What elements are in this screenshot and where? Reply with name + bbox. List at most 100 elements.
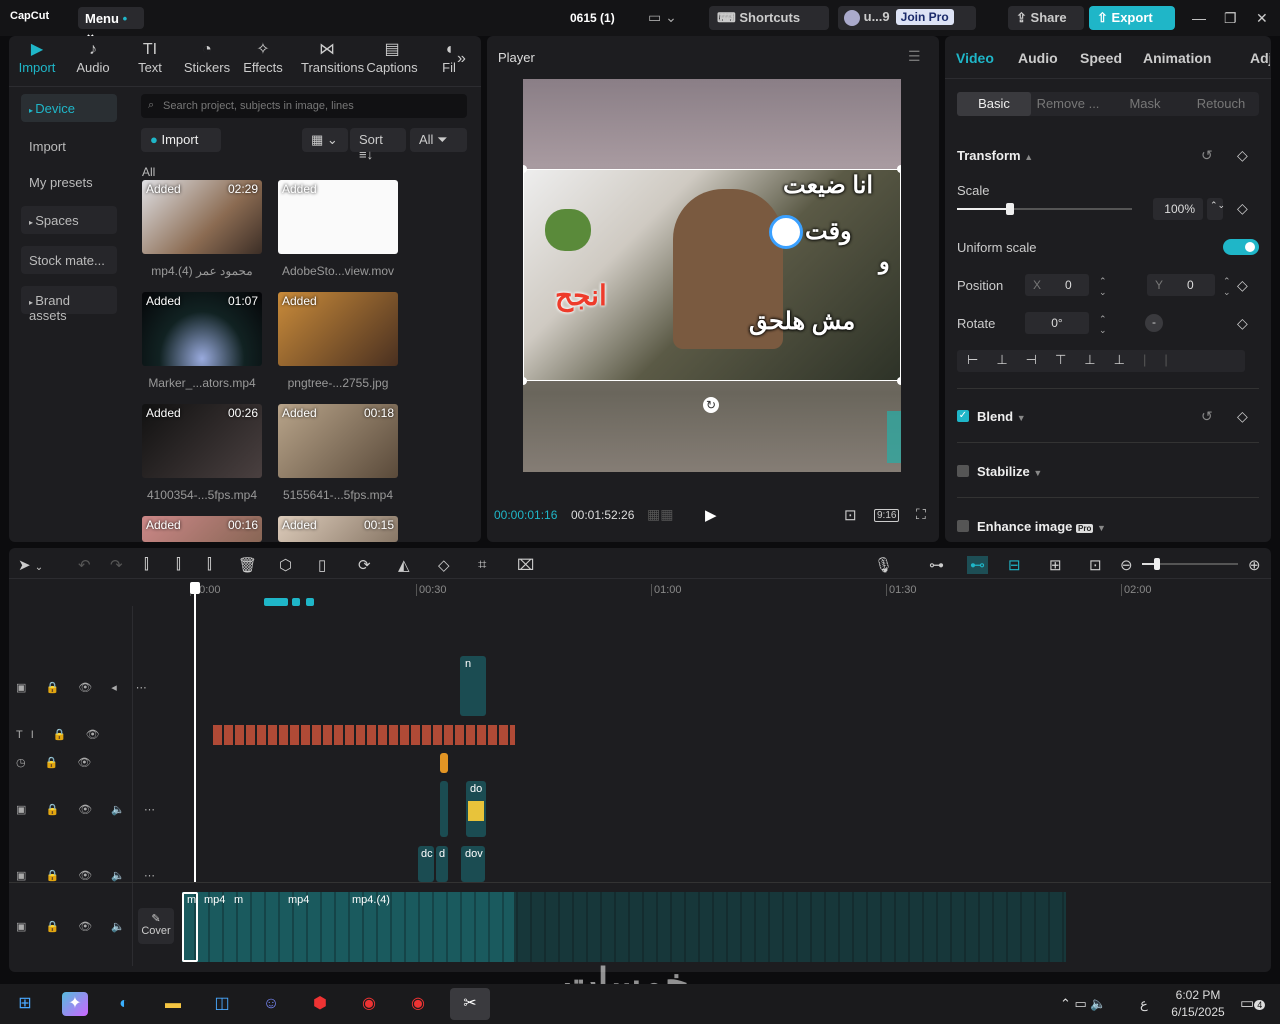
reverse-icon[interactable]: ⟳ xyxy=(358,556,371,574)
video-clip[interactable] xyxy=(440,781,448,837)
scale-stepper[interactable]: ⌃⌄ xyxy=(1207,198,1225,220)
stepper-icon[interactable]: ⌃ ⌄ xyxy=(1099,314,1107,336)
stabilize-checkbox[interactable] xyxy=(957,465,969,477)
enhance-section[interactable]: Enhance image Pro ▼ xyxy=(977,519,1106,534)
redo-icon[interactable]: ↷ xyxy=(110,556,123,574)
link-icon[interactable]: ⊶ xyxy=(929,556,944,574)
video-clip[interactable]: dov xyxy=(461,846,485,882)
minimize-icon[interactable]: — xyxy=(1192,10,1206,26)
more-tabs-icon[interactable]: » xyxy=(457,50,466,68)
search-input[interactable]: ⌕ Search project, subjects in image, line… xyxy=(141,94,467,118)
marker[interactable] xyxy=(292,598,300,606)
position-y-input[interactable]: Y0 xyxy=(1147,274,1215,296)
chrome-icon[interactable]: ◉ xyxy=(356,992,382,1016)
layout-icon[interactable]: ▭ ⌄ xyxy=(648,9,677,26)
tab-import[interactable]: ▶ Import xyxy=(11,40,63,75)
stepper-icon[interactable]: ⌃ ⌄ xyxy=(1099,276,1107,298)
magnet-icon[interactable]: ⊷ xyxy=(967,556,988,574)
keyframe-icon[interactable]: ◇ xyxy=(1237,408,1248,425)
store-icon[interactable]: ◫ xyxy=(209,992,235,1016)
media-thumbnail[interactable]: Added 02:29 xyxy=(142,180,262,254)
enhance-checkbox[interactable] xyxy=(957,520,969,532)
subtab-0[interactable]: Basic xyxy=(957,92,1031,116)
playhead[interactable] xyxy=(190,582,200,882)
mirror-icon[interactable]: ◭ xyxy=(398,556,410,574)
delete-icon[interactable]: 🗑 xyxy=(238,556,257,574)
close-icon[interactable]: ✕ xyxy=(1256,10,1268,27)
view-toggle[interactable]: ▦ ⌄ xyxy=(302,128,348,152)
sidebar-item-0[interactable]: ▸ Device xyxy=(21,94,117,122)
inspector-tab-0[interactable]: Video xyxy=(956,50,994,66)
keyframe-icon[interactable]: ◇ xyxy=(1237,147,1248,164)
sort-button[interactable]: Sort ≡↓ xyxy=(350,128,406,162)
track-header[interactable]: ▣ 🔒 👁 ◂ ⋯ xyxy=(16,681,155,694)
windows-start-icon[interactable]: ⊞ xyxy=(12,992,38,1016)
text-track-clips[interactable] xyxy=(213,725,515,745)
stabilize-section[interactable]: Stabilize ▼ xyxy=(977,464,1042,479)
tab-effects[interactable]: ✧ Effects xyxy=(237,40,289,75)
app-icon[interactable]: ⬢ xyxy=(307,992,333,1016)
marker[interactable] xyxy=(306,598,314,606)
language-indicator[interactable]: ع xyxy=(1140,996,1148,1012)
rotate-dial[interactable]: - xyxy=(1145,314,1163,332)
marker-icon[interactable]: ⬡ xyxy=(279,556,292,574)
track-header[interactable]: TI 🔒 👁 xyxy=(16,728,108,741)
undo-icon[interactable]: ↶ xyxy=(78,556,91,574)
rotate-input[interactable]: 0° xyxy=(1025,312,1089,334)
effect-clip[interactable] xyxy=(440,753,448,773)
inspector-tab-4[interactable]: Adju xyxy=(1250,50,1270,66)
join-pro-badge[interactable]: Join Pro xyxy=(895,9,954,25)
video-clip[interactable]: n xyxy=(460,656,486,716)
blend-section[interactable]: Blend ▼ xyxy=(977,409,1026,424)
selection-box[interactable] xyxy=(523,169,901,381)
zoom-out-icon[interactable]: ⊖ xyxy=(1120,556,1133,574)
inspector-tab-3[interactable]: Animation xyxy=(1143,50,1211,66)
track-header[interactable]: ▣ 🔒 👁 🔈 ⋯ xyxy=(16,803,163,816)
split-left-icon[interactable]: ⫿ xyxy=(176,556,181,573)
file-explorer-icon[interactable]: ▬ xyxy=(160,992,186,1016)
blend-checkbox[interactable]: ✓ xyxy=(957,410,969,422)
tab-text[interactable]: TI Text xyxy=(124,40,176,75)
fit-icon[interactable]: ⊡ xyxy=(1089,556,1102,574)
chrome-profile-icon[interactable]: ◉ xyxy=(405,992,431,1016)
share-button[interactable]: ⇪ Share xyxy=(1008,6,1084,30)
video-clip[interactable]: dc xyxy=(418,846,434,882)
media-thumbnail[interactable]: Added xyxy=(278,180,398,254)
shortcuts-button[interactable]: ⌨ Shortcuts xyxy=(709,6,829,30)
freeze-icon[interactable]: ▯ xyxy=(318,556,326,574)
sidebar-item-3[interactable]: ▸ Spaces xyxy=(21,206,117,234)
keyframe-icon[interactable]: ◇ xyxy=(1237,315,1248,332)
menu-icon[interactable]: ☰ xyxy=(908,48,921,65)
tab-audio[interactable]: ♪ Audio xyxy=(67,40,119,75)
filter-button[interactable]: All ⏷ xyxy=(410,128,467,152)
edge-icon[interactable]: ◐ xyxy=(111,992,137,1016)
ratio-button[interactable]: 9:16 xyxy=(874,509,900,522)
position-x-input[interactable]: X0 xyxy=(1025,274,1089,296)
clock[interactable]: 6:02 PM 6/15/2025 xyxy=(1168,988,1228,1019)
subtab-2[interactable]: Mask xyxy=(1111,92,1179,116)
rotate-tool-icon[interactable]: ◇ xyxy=(438,556,450,574)
copilot-icon[interactable]: ✦ xyxy=(62,992,88,1016)
crop-icon[interactable]: ⌗ xyxy=(478,556,486,573)
auto-reframe-icon[interactable]: ⌧ xyxy=(517,556,534,574)
sidebar-item-5[interactable]: ▸ Brand assets xyxy=(21,286,117,323)
screenshot-icon[interactable]: ⊡ xyxy=(844,506,857,524)
restore-icon[interactable]: ❐ xyxy=(1224,10,1237,27)
media-thumbnail[interactable]: Added 00:18 xyxy=(278,404,398,478)
zoom-slider[interactable] xyxy=(1142,558,1238,570)
keyframe-icon[interactable]: ◇ xyxy=(1237,277,1248,294)
track-header[interactable]: ▣ 🔒 👁 🔈 ⋯ xyxy=(16,869,163,882)
media-thumbnail[interactable]: Added xyxy=(278,292,398,366)
tab-captions[interactable]: ▤ Captions xyxy=(366,40,418,75)
sidebar-item-2[interactable]: My presets xyxy=(21,168,117,196)
microphone-icon[interactable]: 🎙 xyxy=(874,556,893,574)
timeline-view-icon[interactable]: ▦▦ xyxy=(647,506,673,523)
media-thumbnail[interactable]: Added 00:15 xyxy=(278,516,398,542)
transform-section[interactable]: Transform ▲ xyxy=(957,148,1033,163)
uniform-scale-toggle[interactable] xyxy=(1223,239,1259,255)
media-thumbnail[interactable]: Added 00:16 xyxy=(142,516,262,542)
inspector-tab-1[interactable]: Audio xyxy=(1018,50,1058,66)
reset-icon[interactable]: ↺ xyxy=(1201,408,1213,425)
video-clip[interactable]: do xyxy=(466,781,486,837)
export-button[interactable]: ⇧ Export xyxy=(1089,6,1175,30)
